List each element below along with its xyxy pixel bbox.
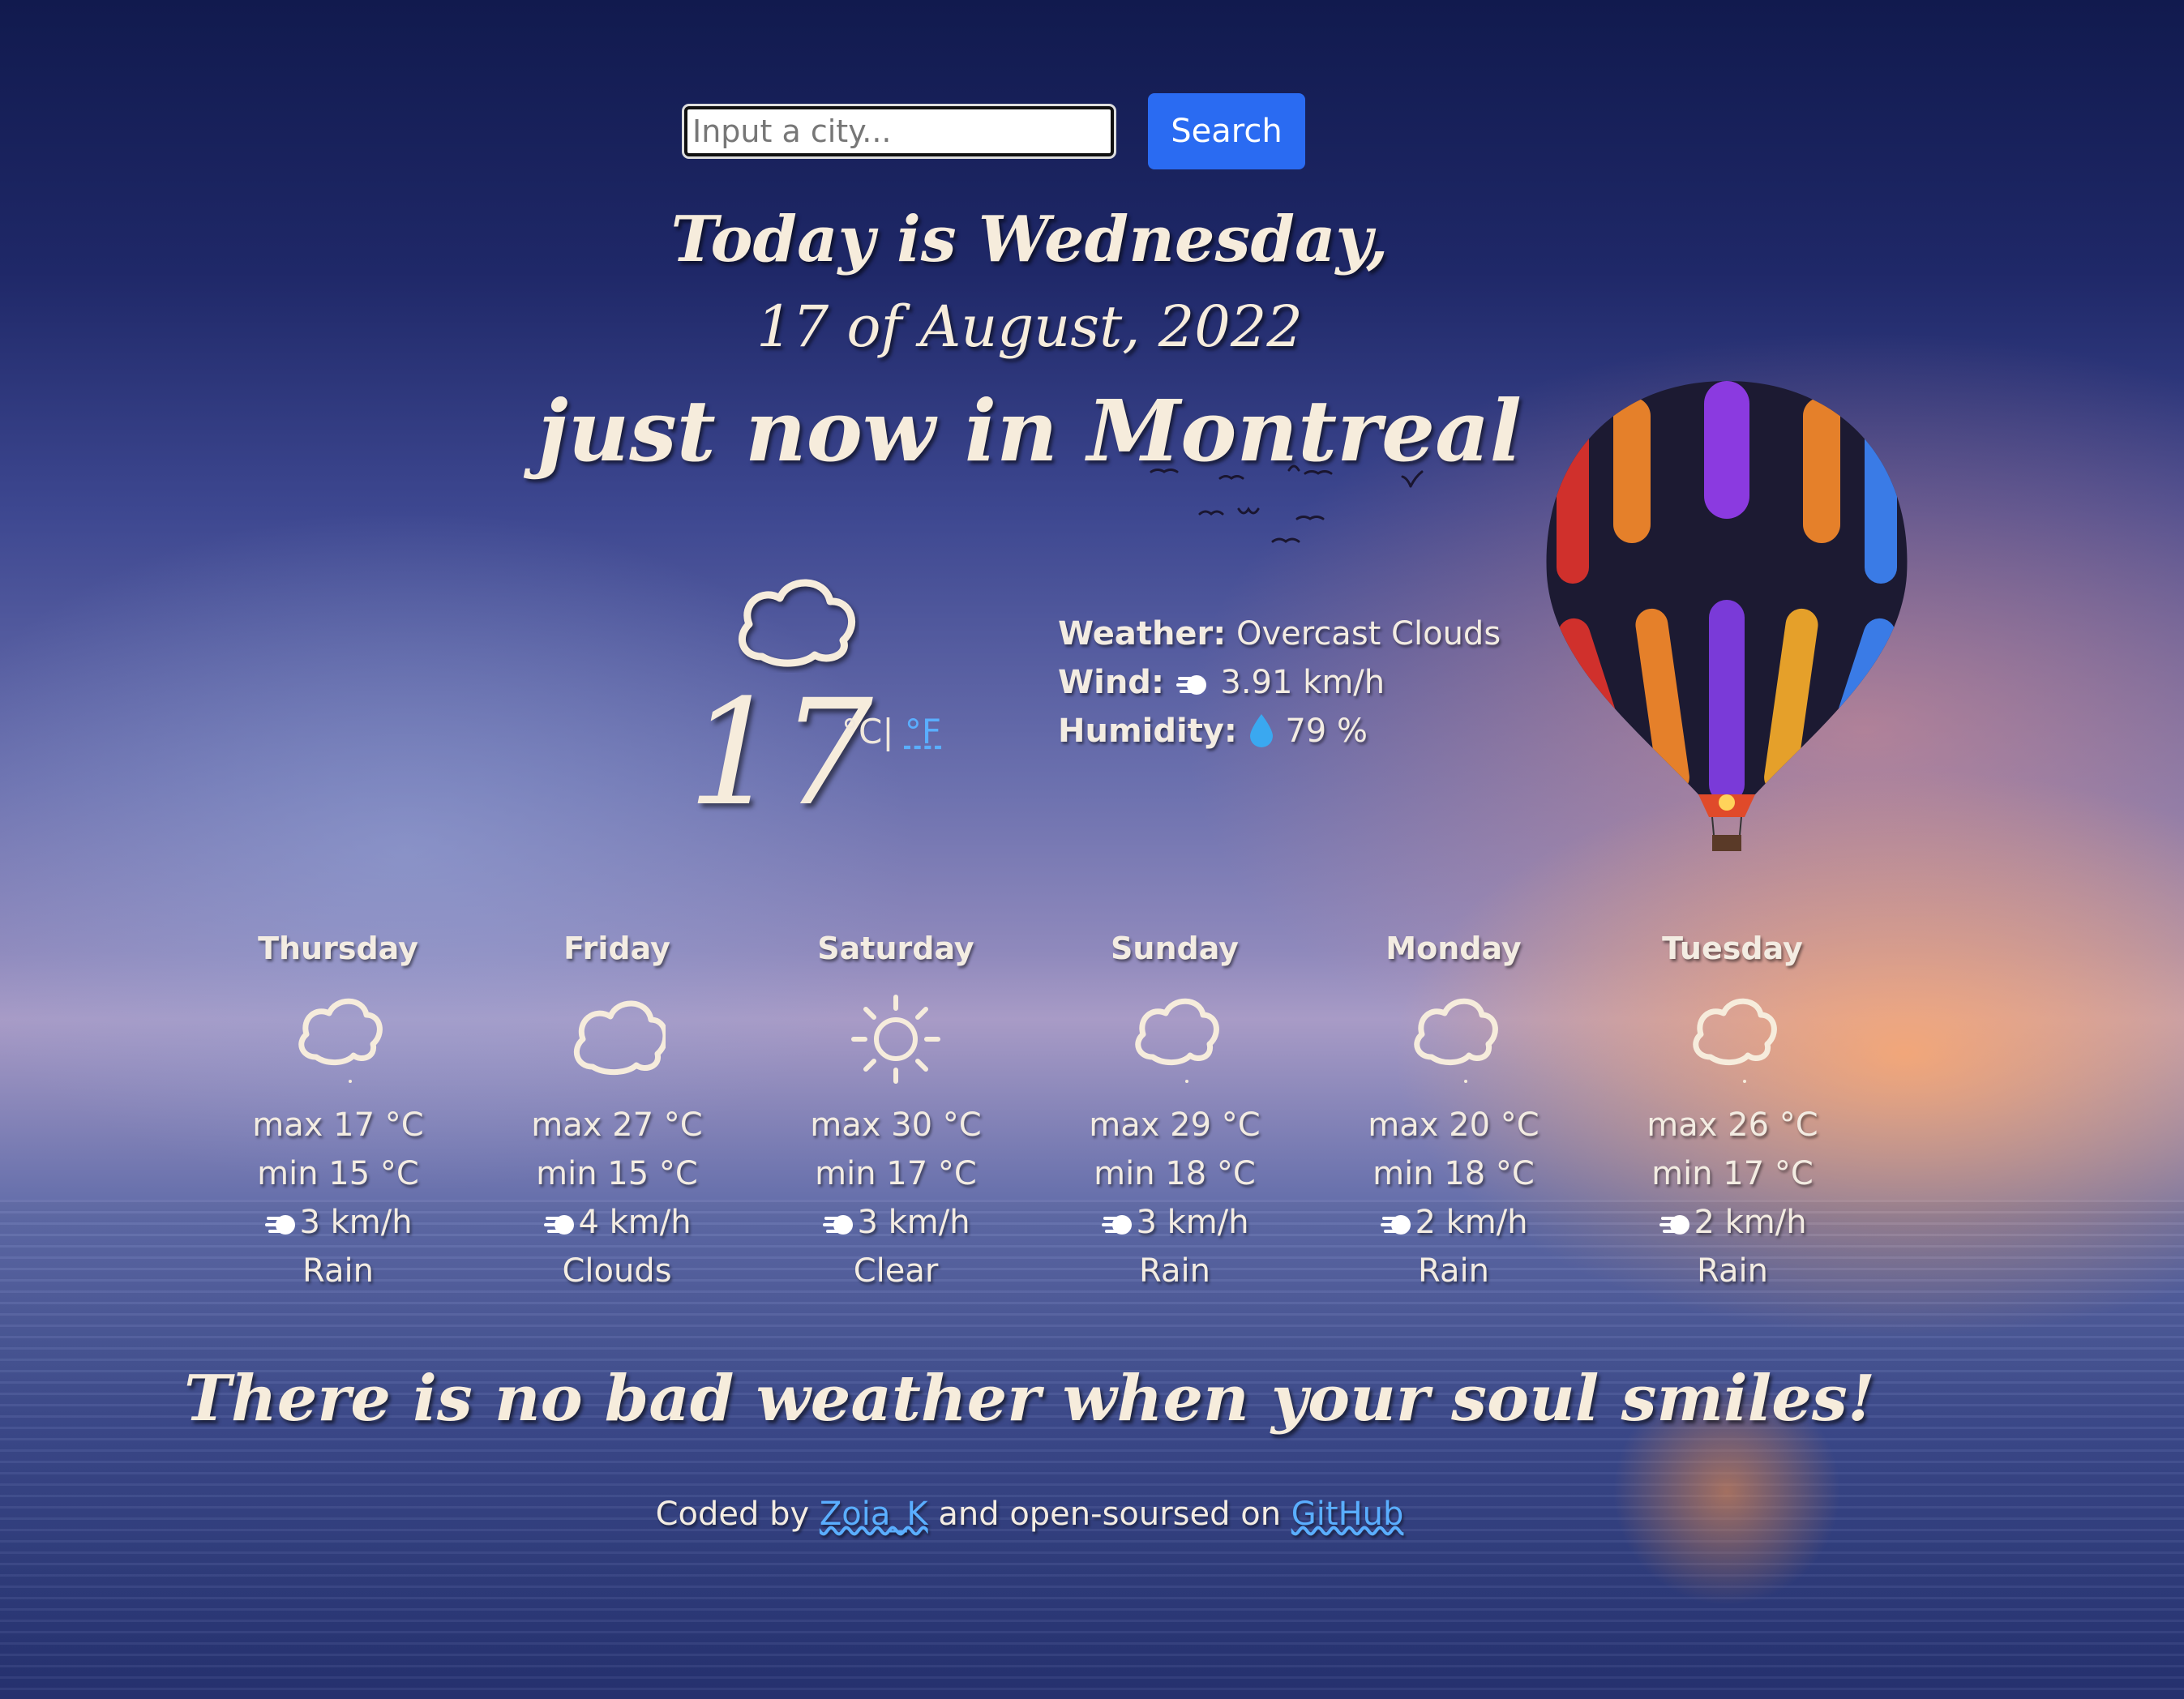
forecast-wind-value: 3 km/h — [299, 1204, 413, 1241]
weather-label: Weather: — [1058, 615, 1227, 653]
search-bar: Search — [0, 93, 2087, 169]
forecast-max: max 20 °C — [1368, 1106, 1540, 1144]
forecast-max: max 26 °C — [1647, 1106, 1818, 1144]
birds-icon — [1150, 464, 1424, 543]
forecast-day-name: Tuesday — [1662, 931, 1803, 966]
forecast-day-name: Friday — [563, 931, 670, 966]
rain-cloud-icon — [1035, 979, 1314, 1101]
forecast-day: Friday max 27 °C min 15 °C 4 km/h Clouds — [477, 931, 756, 1295]
humidity-value: 79 % — [1285, 713, 1368, 750]
rain-cloud-icon — [199, 979, 477, 1101]
city-search-input[interactable] — [682, 104, 1116, 159]
unit-toggle: °C| °F — [841, 712, 941, 751]
forecast-max: max 29 °C — [1089, 1106, 1261, 1144]
humidity-label: Humidity: — [1058, 713, 1237, 750]
rain-cloud-icon — [1593, 979, 1872, 1101]
day-heading: Today is Wednesday, — [670, 203, 1389, 276]
forecast-wind-value: 3 km/h — [857, 1204, 970, 1241]
sun-icon — [756, 979, 1035, 1101]
forecast-min: min 15 °C — [257, 1155, 419, 1192]
forecast-wind-value: 2 km/h — [1415, 1204, 1528, 1241]
forecast-description: Rain — [302, 1252, 374, 1290]
forecast-wind: 3 km/h — [756, 1198, 1035, 1247]
forecast-wind: 3 km/h — [1035, 1198, 1314, 1247]
fahrenheit-link[interactable]: °F — [905, 712, 941, 751]
forecast-description: Clouds — [562, 1252, 672, 1290]
current-details: Weather: Overcast Clouds Wind: 3.91 km/h… — [1058, 610, 1501, 755]
forecast-day-name: Thursday — [258, 931, 418, 966]
forecast-wind: 4 km/h — [477, 1198, 756, 1247]
forecast-wind: 3 km/h — [199, 1198, 477, 1247]
forecast-day: Saturday max 30 °C min 17 °C 3 km/h Clea… — [756, 931, 1035, 1295]
current-temperature: 17 — [687, 669, 874, 838]
forecast-min: min 18 °C — [1094, 1155, 1256, 1192]
wind-icon — [1175, 664, 1221, 701]
forecast-wind-value: 3 km/h — [1136, 1204, 1249, 1241]
forecast-row: Thursday max 17 °C min 15 °C 3 km/h Rain… — [199, 931, 1872, 1295]
forecast-wind: 2 km/h — [1314, 1198, 1593, 1247]
hot-air-balloon-icon — [1546, 381, 1908, 851]
humidity-row: Humidity: 79 % — [1058, 707, 1501, 755]
forecast-wind-value: 4 km/h — [578, 1204, 692, 1241]
forecast-wind: 2 km/h — [1593, 1198, 1872, 1247]
current-cloud-icon — [738, 579, 855, 667]
forecast-day-name: Monday — [1385, 931, 1522, 966]
forecast-day: Thursday max 17 °C min 15 °C 3 km/h Rain — [199, 931, 477, 1295]
forecast-max: max 30 °C — [810, 1106, 982, 1144]
forecast-description: Rain — [1697, 1252, 1768, 1290]
footer-middle: and open-soursed on — [938, 1496, 1282, 1533]
celsius-unit[interactable]: °C| — [841, 712, 893, 751]
forecast-day: Monday max 20 °C min 18 °C 2 km/h Rain — [1314, 931, 1593, 1295]
date-heading: 17 of August, 2022 — [756, 293, 1303, 360]
forecast-description: Clear — [853, 1252, 939, 1290]
weather-row: Weather: Overcast Clouds — [1058, 610, 1501, 658]
search-button[interactable]: Search — [1148, 93, 1305, 169]
author-link[interactable]: Zoia_K — [820, 1496, 928, 1533]
wind-label: Wind: — [1058, 664, 1164, 701]
forecast-min: min 15 °C — [536, 1155, 698, 1192]
wind-value: 3.91 km/h — [1220, 664, 1385, 701]
forecast-max: max 27 °C — [531, 1106, 703, 1144]
forecast-day: Tuesday max 26 °C min 17 °C 2 km/h Rain — [1593, 931, 1872, 1295]
forecast-description: Rain — [1418, 1252, 1489, 1290]
footer-prefix: Coded by — [655, 1496, 810, 1533]
forecast-day: Sunday max 29 °C min 18 °C 3 km/h Rain — [1035, 931, 1314, 1295]
forecast-min: min 17 °C — [815, 1155, 977, 1192]
forecast-min: min 17 °C — [1651, 1155, 1814, 1192]
cloud-icon — [477, 979, 756, 1101]
rain-cloud-icon — [1314, 979, 1593, 1101]
forecast-max: max 17 °C — [252, 1106, 424, 1144]
forecast-min: min 18 °C — [1372, 1155, 1535, 1192]
forecast-day-name: Saturday — [817, 931, 974, 966]
forecast-day-name: Sunday — [1111, 931, 1239, 966]
footer: Coded by Zoia_K and open-soursed on GitH… — [0, 1496, 2059, 1533]
forecast-description: Rain — [1139, 1252, 1210, 1290]
motto-text: There is no bad weather when your soul s… — [183, 1362, 1876, 1436]
droplet-icon — [1248, 713, 1286, 750]
github-link[interactable]: GitHub — [1291, 1496, 1404, 1533]
forecast-wind-value: 2 km/h — [1694, 1204, 1807, 1241]
wind-row: Wind: 3.91 km/h — [1058, 658, 1501, 707]
weather-value: Overcast Clouds — [1235, 615, 1501, 653]
